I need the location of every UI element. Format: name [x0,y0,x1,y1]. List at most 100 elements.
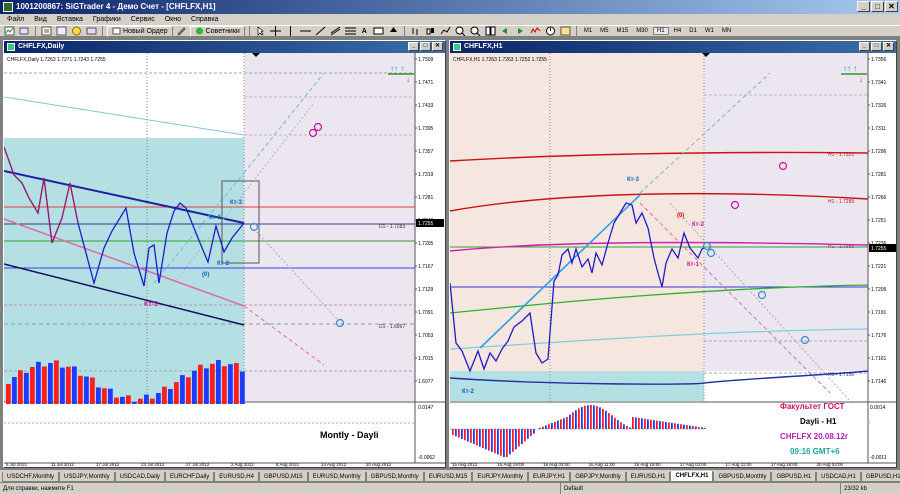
zoom-out-icon[interactable] [469,26,482,37]
oscillator-bar [506,429,508,457]
oscillator-bar [704,427,706,429]
chart-tab[interactable]: GBPUSD,M15 [258,472,308,482]
channel-icon[interactable] [329,26,342,37]
arrows-icon[interactable] [387,26,400,37]
menu-view[interactable]: Вид [29,14,52,25]
chart-tab[interactable]: EURJPY,Monthly [472,472,528,482]
tf-m30[interactable]: M30 [633,28,651,34]
menu-charts[interactable]: Графики [88,14,126,25]
chart-shift-icon[interactable] [514,26,527,37]
left-close-button[interactable]: ✕ [432,42,443,51]
tf-m1[interactable]: M1 [581,28,595,34]
chart-tab[interactable]: USDCAD,H1 [816,472,861,482]
menu-file[interactable]: Файл [2,14,29,25]
tf-m5[interactable]: M5 [597,28,611,34]
price-tick-label: 1.7281 [418,195,434,201]
chart-tab[interactable]: GBPJPY,Monthly [570,472,626,482]
wave-label: Кт-3 [230,200,243,206]
menu-help[interactable]: Справка [186,14,223,25]
tf-h4[interactable]: H4 [671,28,685,34]
left-chart-area[interactable]: Кт-1 Кт-3 Кт-2 (0) Кт-3 D1 - 1.7283 D1 -… [4,53,445,467]
crosshair-icon[interactable] [269,26,282,37]
data-window-icon[interactable] [55,26,68,37]
fibo-icon[interactable] [344,26,357,37]
indicators-icon[interactable] [529,26,542,37]
chart-tab[interactable]: GBPUSD,Monthly [365,472,424,482]
autoscroll-icon[interactable] [499,26,512,37]
left-chart-titlebar[interactable]: CHFLFX,Daily _ □ ✕ [4,41,445,53]
chart-tab[interactable]: EURJPY,H1 [527,472,571,482]
oscillator-bar [665,421,667,429]
new-chart-icon[interactable] [3,26,16,37]
chart-tab[interactable]: EURUSD,H1 [625,472,671,482]
tf-w1[interactable]: W1 [702,28,717,34]
current-price: 1.7255 [871,246,887,252]
label-tool-icon[interactable] [372,26,385,37]
new-order-button[interactable]: Новый Ордер [107,25,173,37]
menu-window[interactable]: Окно [160,14,186,25]
left-chart-window[interactable]: CHFLFX,Daily _ □ ✕ Кт-1 Кт-3 Кт-2 (0) Кт… [3,40,446,468]
cursor-icon[interactable] [254,26,267,37]
chart-tab[interactable]: GBPUSD,H1 [771,472,817,482]
horizontal-line-icon[interactable] [299,26,312,37]
chart-tab[interactable]: USDCAD,Daily [114,472,165,482]
vertical-line-icon[interactable] [284,26,297,37]
left-minimize-button[interactable]: _ [408,42,419,51]
oscillator-bar [500,429,502,456]
chart-tab[interactable]: USDJPY,Monthly [59,472,115,482]
right-chart-titlebar[interactable]: CHFLFX,H1 _ □ ✕ [450,41,896,53]
market-watch-icon[interactable] [40,26,53,37]
tf-h1[interactable]: H1 [652,27,669,35]
right-chart-area[interactable]: Кт-3 (0) Кт-2 Кт-1 Кт-2 H1 - 1.7321 H1 -… [450,53,896,467]
zoom-in-icon[interactable] [454,26,467,37]
chart-tab[interactable]: EURCHF,Daily [164,472,215,482]
minimize-button[interactable]: _ [857,1,870,12]
advisors-label: Советники [205,27,240,35]
price-tick-label: 1.7395 [418,126,434,132]
right-maximize-button[interactable]: □ [871,42,882,51]
menu-tools[interactable]: Сервис [126,14,160,25]
oscillator-bar [671,422,673,429]
chart-tab[interactable]: GBPUSD,H1 [860,472,900,482]
tile-windows-icon[interactable] [484,26,497,37]
chart-tab[interactable]: EURUSD,M15 [423,472,473,482]
navigator-icon[interactable] [70,26,83,37]
advisors-button[interactable]: Советники [189,25,245,37]
candles-icon[interactable] [424,26,437,37]
profiles-icon[interactable] [18,26,31,37]
bar-chart-icon[interactable] [409,26,422,37]
tf-d1[interactable]: D1 [686,28,700,34]
up-arrows-icon: ↑↑ ↑ [390,64,404,73]
maximize-button[interactable]: □ [871,1,884,12]
oscillator-bar [695,426,697,429]
line-chart-icon[interactable] [439,26,452,37]
right-close-button[interactable]: ✕ [883,42,894,51]
chart-tab[interactable]: USDCHF,Monthly [2,472,60,482]
oscillator-bar [470,429,472,443]
oscillator-bar [488,429,490,451]
chart-tab[interactable]: CHFLFX,H1 [670,471,714,482]
right-minimize-button[interactable]: _ [859,42,870,51]
down-arrow-icon: ↓ [859,75,863,84]
terminal-icon[interactable] [85,26,98,37]
trend-line-icon[interactable] [314,26,327,37]
menu-insert[interactable]: Вставка [52,14,88,25]
tf-mn[interactable]: MN [719,28,734,34]
price-tick-label: 1.7266 [871,195,887,201]
meta-editor-icon[interactable] [175,26,188,37]
chart-tab[interactable]: EURUSD,H4 [214,472,259,482]
chart-tab[interactable]: GBPUSD,Monthly [713,472,772,482]
date-tick-label: 11 Jul 2012 [51,462,74,467]
left-maximize-button[interactable]: □ [420,42,431,51]
close-button[interactable]: ✕ [885,1,898,12]
periods-icon[interactable] [544,26,557,37]
status-profile: Default [560,483,710,494]
oscillator-bar [186,377,191,404]
text-tool-icon[interactable]: A [359,26,370,37]
tf-m15[interactable]: M15 [614,28,632,34]
date-tick-label: 15 Aug 2012 [452,462,478,467]
right-chart-window[interactable]: CHFLFX,H1 _ □ ✕ Кт-3 (0) Кт-2 Кт-1 Кт-2 … [449,40,897,468]
templates-icon[interactable] [559,26,572,37]
wave-label: Кт-3 [627,177,640,183]
chart-tab[interactable]: EURUSD,Monthly [307,472,366,482]
